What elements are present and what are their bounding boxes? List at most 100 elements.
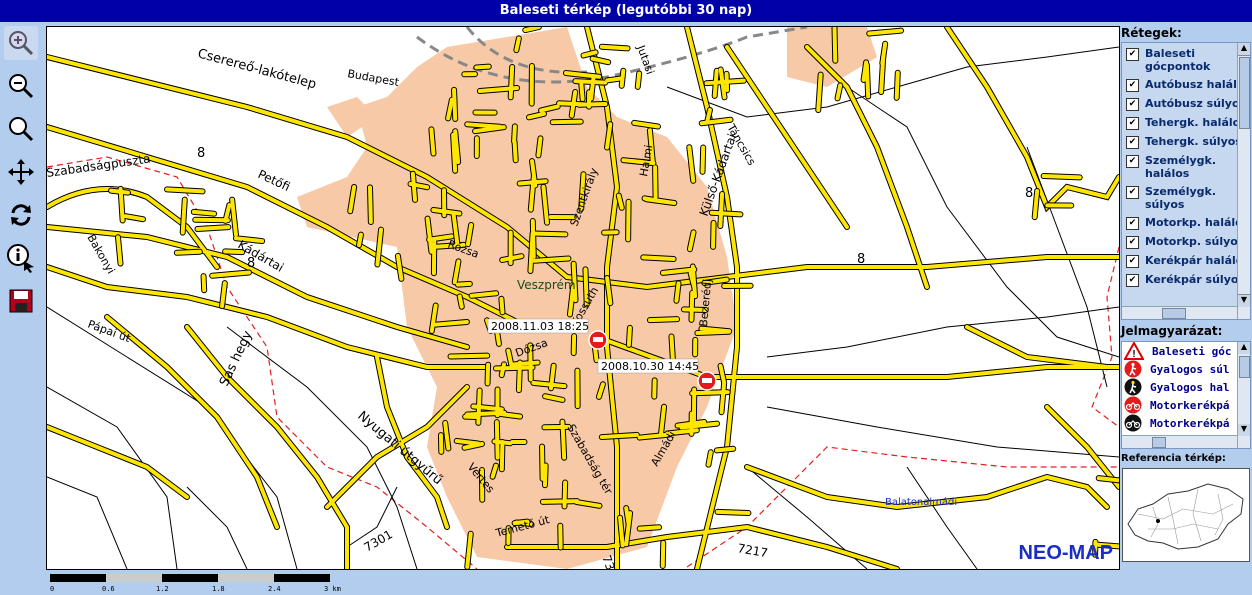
refresh-button[interactable] [4, 198, 38, 232]
layer-label: Személygk. halálos [1145, 154, 1217, 180]
layer-checkbox[interactable]: ✔ [1126, 48, 1139, 61]
layer-item[interactable]: ✔ Baleseti gócpontok [1122, 45, 1250, 76]
legend-hscrollbar[interactable] [1122, 435, 1237, 448]
pan-icon [8, 159, 34, 185]
layer-item[interactable]: ✔ Kerékpár halálos [1122, 252, 1250, 271]
town-label: Balatonalmádi [885, 496, 957, 508]
refresh-icon [11, 204, 31, 226]
street-label: Bakonyi [84, 232, 117, 276]
street-label: Petőfi [256, 167, 293, 194]
scale-tick: 1.8 [212, 585, 225, 593]
layer-item[interactable]: ✔ Motorkp. halálos [1122, 214, 1250, 233]
zoom-button[interactable] [4, 112, 38, 146]
road-number: 8 [857, 252, 865, 267]
window-title: Baleseti térkép (legutóbbi 30 nap) [0, 0, 1252, 22]
layer-label: Motorkp. súlyos [1145, 235, 1245, 248]
layer-checkbox[interactable]: ✔ [1126, 186, 1139, 199]
pan-button[interactable] [4, 155, 38, 189]
reference-title: Referencia térkép: [1121, 453, 1226, 464]
warning-triangle-icon: ! [1124, 342, 1148, 360]
map-view[interactable]: Veszprém Balatonalmádi Cserereő-lakótele… [46, 26, 1120, 570]
layer-label: Kerékpár halálos [1145, 254, 1250, 267]
scale-tick: 3 km [324, 585, 341, 593]
layer-label: Tehergk. halálos [1145, 116, 1247, 129]
legend-label: Baleseti góc [1152, 344, 1232, 358]
layer-checkbox[interactable]: ✔ [1126, 98, 1139, 111]
scale-tick: 0.6 [102, 585, 115, 593]
layer-item[interactable]: ✔ Személygk. halálos [1122, 152, 1250, 183]
svg-text:!: ! [1131, 349, 1137, 360]
layer-item[interactable]: ✔ Motorkp. súlyos [1122, 233, 1250, 252]
layer-checkbox[interactable]: ✔ [1126, 255, 1139, 268]
legend-item: Gyalogos súl [1122, 360, 1250, 378]
layer-checkbox[interactable]: ✔ [1126, 117, 1139, 130]
road-number: 8 [247, 256, 255, 271]
zoom-out-button[interactable] [4, 69, 38, 103]
street-label: Budapest [346, 67, 400, 89]
toolbar [4, 26, 42, 327]
city-label: Veszprém [517, 278, 576, 292]
legend-panel: ! Baleseti góc Gyalogos súl Gyalogos hal Mot… [1121, 341, 1251, 449]
layers-hscrollbar[interactable] [1122, 306, 1237, 319]
street-label: Cserereő-lakótelep [196, 46, 318, 92]
layer-label: Autóbusz halálos [1145, 78, 1251, 91]
layer-label: Autóbusz súlyos [1145, 97, 1247, 110]
road-number: 7217 [736, 541, 769, 560]
map-canvas[interactable]: Veszprém Balatonalmádi Cserereő-lakótele… [47, 27, 1119, 569]
pedestrian-icon [1124, 360, 1146, 378]
legend-label: Motorkerékpá [1150, 398, 1230, 412]
save-button[interactable] [4, 284, 38, 318]
road-number: 7301 [362, 527, 395, 554]
layer-item[interactable]: ✔ Tehergk. halálos [1122, 114, 1250, 133]
layer-label: Személygk. súlyos [1145, 185, 1217, 211]
legend-title: Jelmagyarázat: [1121, 324, 1223, 338]
layer-item[interactable]: ✔ Autóbusz súlyos [1122, 95, 1250, 114]
save-icon [9, 289, 33, 313]
scale-bar: 0 0.6 1.2 1.8 2.4 3 km [50, 574, 350, 594]
legend-label: Motorkerékpá [1150, 416, 1230, 430]
reference-map[interactable] [1122, 468, 1250, 562]
scale-tick: 1.2 [156, 585, 169, 593]
layers-panel: ✔ Baleseti gócpontok ✔ Autóbusz halálos ✔ Autó… [1121, 42, 1251, 320]
layer-item[interactable]: ✔ Tehergk. súlyos [1122, 133, 1250, 152]
scale-tick: 2.4 [268, 585, 281, 593]
info-button[interactable] [4, 241, 38, 275]
zoom-in-button[interactable] [4, 26, 38, 60]
street-label: Sas hegy [217, 328, 256, 388]
layer-item[interactable]: ✔ Autóbusz halálos [1122, 76, 1250, 95]
layers-scrollbar[interactable]: ▲ ▼ [1237, 43, 1250, 319]
layer-label: Motorkp. halálos [1145, 216, 1250, 229]
street-label: Szabadságpuszta [47, 152, 151, 180]
info-icon [7, 244, 34, 273]
road-number: 8 [1025, 186, 1033, 201]
zoom-out-icon [9, 74, 34, 99]
legend-label: Gyalogos súl [1150, 362, 1230, 376]
reference-map-canvas [1127, 483, 1244, 550]
legend-item: Motorkerékpá [1122, 414, 1250, 432]
layers-title: Rétegek: [1121, 26, 1182, 40]
brand-logo: NEO-MAP [1018, 542, 1113, 564]
legend-label: Gyalogos hal [1150, 380, 1230, 394]
road-number: 8 [197, 146, 205, 161]
layer-checkbox[interactable]: ✔ [1126, 136, 1139, 149]
layer-item[interactable]: ✔ Személygk. súlyos [1122, 183, 1250, 214]
layer-item[interactable]: ✔ Kerékpár súlyos [1122, 271, 1250, 290]
accident-label: 2008.11.03 18:25 [491, 320, 589, 333]
layer-checkbox[interactable]: ✔ [1126, 155, 1139, 168]
legend-scrollbar[interactable]: ▲ ▼ [1237, 342, 1250, 448]
layer-checkbox[interactable]: ✔ [1126, 217, 1139, 230]
layer-checkbox[interactable]: ✔ [1126, 274, 1139, 287]
zoom-icon [9, 117, 34, 142]
pedestrian-icon [1124, 378, 1146, 396]
layer-label: Baleseti gócpontok [1145, 47, 1211, 73]
motorcycle-icon [1124, 396, 1146, 414]
motorcycle-icon [1124, 414, 1146, 432]
legend-item: Motorkerékpá [1122, 396, 1250, 414]
layer-checkbox[interactable]: ✔ [1126, 79, 1139, 92]
zoom-in-icon [9, 31, 34, 56]
legend-item: ! Baleseti góc [1122, 342, 1250, 360]
layer-checkbox[interactable]: ✔ [1126, 236, 1139, 249]
layer-label: Kerékpár súlyos [1145, 273, 1245, 286]
legend-item: Gyalogos hal [1122, 378, 1250, 396]
scale-tick: 0 [50, 585, 55, 593]
